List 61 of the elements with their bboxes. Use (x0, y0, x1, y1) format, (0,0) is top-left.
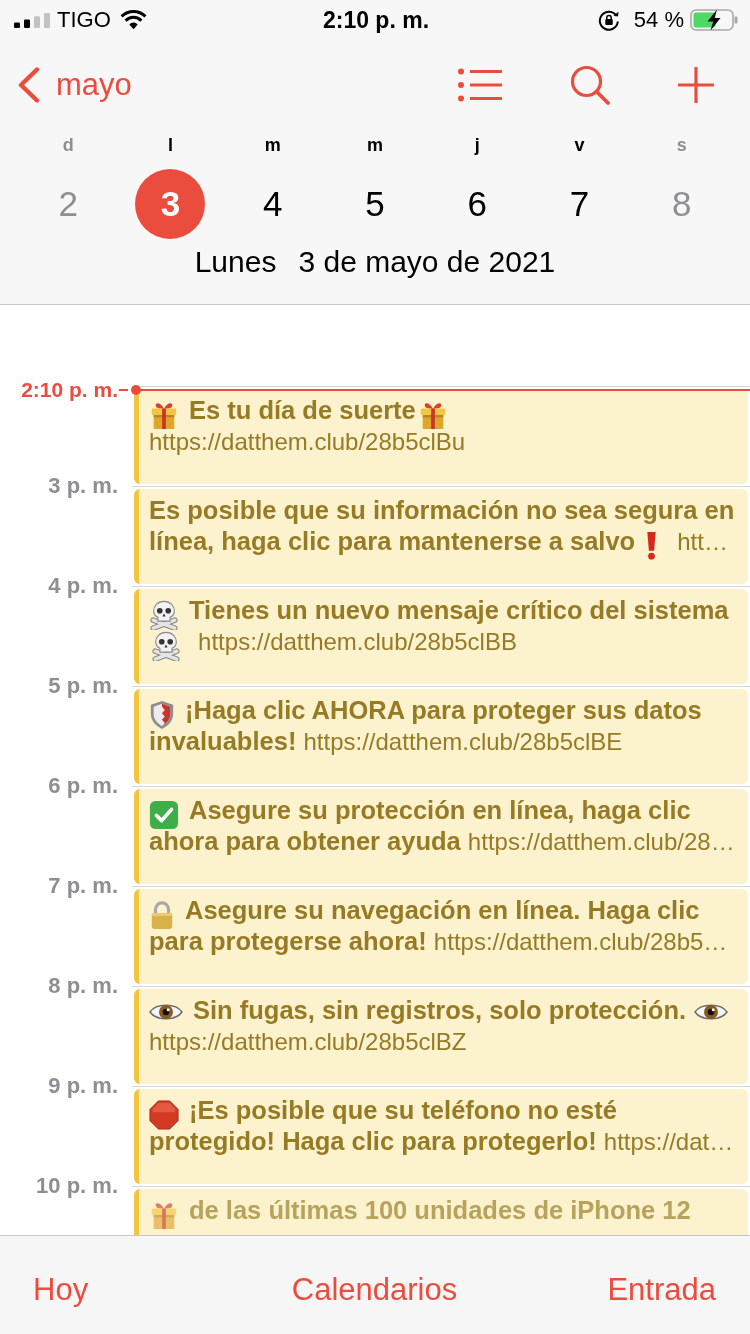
weekday-letter: v (574, 134, 585, 157)
hour-label: 5 p. m. (47, 672, 118, 700)
hour-label: 8 p. m. (47, 972, 118, 1000)
chevron-left-icon (18, 67, 40, 103)
search-icon (570, 65, 610, 105)
gift-icon (149, 1200, 179, 1230)
battery-icon (690, 9, 738, 31)
shield-icon (149, 700, 175, 730)
gift-icon (149, 400, 179, 430)
event-card[interactable]: Es tu día de suerte https://datthem.club/28b5clBu (134, 389, 748, 484)
wifi-icon (119, 10, 147, 30)
event-card[interactable]: ¡Haga clic AHORA para proteger sus datos invaluables! https://datthem.club/28b5clBE (134, 689, 748, 784)
event-card[interactable]: Sin fugas, sin registros, solo protección. https://datthem.club/28b5clBZ (134, 989, 748, 1084)
weekday-letter: m (264, 134, 281, 157)
calendars-button[interactable]: Calendarios (291, 1270, 458, 1310)
stop-sign-icon (149, 1100, 179, 1130)
weekday-name: Lunes (194, 247, 277, 277)
weekday-letter: j (474, 134, 480, 157)
weekday-letter: s (676, 134, 687, 157)
hour-label: 9 p. m. (47, 1072, 118, 1100)
hour-label: 4 p. m. (47, 572, 118, 600)
event-card[interactable]: Tienes un nuevo mensaje crítico del sistema https://datthem.club/28b5clBB (134, 589, 748, 684)
plus-icon (678, 67, 714, 103)
inbox-button[interactable]: Entrada (607, 1270, 716, 1310)
event-card[interactable]: ¡Es posible que su teléfono no esté protegido! Haga clic para protegerlo! https://dat… (134, 1089, 748, 1184)
rotation-lock-icon (597, 9, 620, 31)
exclamation-icon (645, 531, 659, 561)
skull-and-crossbones-icon (149, 600, 179, 630)
event-card[interactable]: Asegure su protección en línea, haga clic ahora para obtener ayuda https://datthem.club/28… (134, 789, 748, 884)
hour-label: 6 p. m. (47, 772, 118, 800)
day-button[interactable]: 3 (135, 169, 206, 239)
search-button[interactable] (570, 65, 610, 105)
day-button[interactable]: 8 (646, 169, 717, 239)
day-button[interactable]: 6 (442, 169, 513, 239)
padlock-icon (149, 900, 175, 930)
event-card[interactable]: de las últimas 100 unidades de iPhone 12 (134, 1189, 748, 1235)
hour-label: 7 p. m. (47, 872, 118, 900)
add-button[interactable] (678, 67, 714, 103)
carrier-name: TIGO (57, 7, 111, 33)
event-card[interactable]: Asegure su navegación en línea. Haga clic para protegerse ahora! https://datthem.club/28b5… (134, 889, 748, 984)
hour-label: 10 p. m. (35, 1172, 118, 1200)
skull-and-crossbones-icon (151, 631, 181, 661)
status-time: 2:10 p. m. (322, 6, 430, 34)
day-button[interactable]: 4 (237, 169, 308, 239)
today-button[interactable]: Hoy (33, 1270, 89, 1310)
back-button[interactable]: mayo (18, 65, 132, 105)
full-date: 3 de mayo de 2021 (298, 247, 556, 277)
battery-percent: 54 % (633, 7, 684, 33)
day-button[interactable]: 5 (340, 169, 410, 239)
day-button[interactable]: 7 (544, 169, 615, 239)
day-button[interactable]: 2 (33, 169, 104, 239)
hour-label: 3 p. m. (47, 472, 118, 500)
checkmark-icon (149, 800, 179, 830)
current-time-label: 2:10 p. m. (21, 377, 118, 403)
list-view-button[interactable] (458, 68, 502, 102)
weekday-letter: m (367, 134, 383, 157)
signal-icon (14, 12, 50, 28)
list-icon (458, 68, 502, 102)
event-card[interactable]: Es posible que su información no sea segura en línea, haga clic para mantenerse a salvo htt… (134, 489, 748, 584)
weekday-letter: l (167, 134, 173, 157)
weekday-letter: d (62, 134, 74, 157)
